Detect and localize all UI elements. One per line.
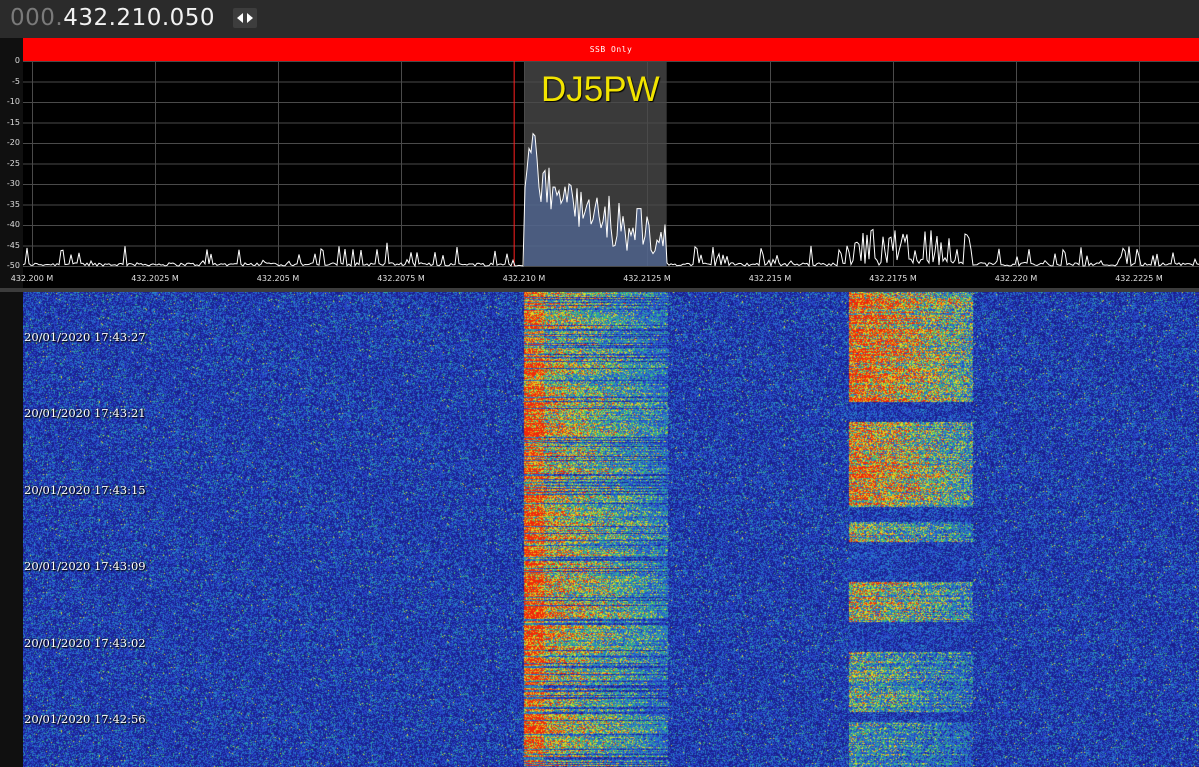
waterfall-timestamp: 20/01/2020 17:43:09	[24, 559, 146, 573]
mode-banner-text: SSB Only	[589, 45, 633, 54]
db-tick-label: -5	[12, 76, 20, 86]
db-tick-label: -20	[6, 138, 20, 147]
frequency-tick-label: 432.2125 M	[623, 274, 671, 283]
frequency-display[interactable]: 000.432.210.050	[10, 3, 215, 33]
db-tick-label: -45	[6, 240, 20, 250]
db-tick-label: -35	[6, 199, 20, 209]
frequency-tick-label: 432.205 M	[256, 274, 300, 283]
db-tick-label: -50	[6, 261, 20, 270]
frequency-tick-label: 432.2175 M	[869, 274, 917, 283]
db-tick-label: -10	[6, 97, 20, 106]
waterfall-timestamp: 20/01/2020 17:43:21	[24, 406, 146, 420]
callsign-label: DJ5PW	[541, 70, 660, 109]
db-tick-label: -40	[6, 220, 20, 229]
db-tick-label: 0	[14, 56, 20, 65]
db-tick-label: -15	[6, 117, 20, 127]
waterfall-timestamp: 20/01/2020 17:43:27	[24, 330, 146, 344]
frequency-tick-label: 432.200 M	[10, 274, 54, 283]
db-tick-label: -30	[6, 179, 20, 188]
frequency-tick-label: 432.2025 M	[131, 274, 179, 283]
waterfall-timestamp: 20/01/2020 17:43:15	[24, 483, 146, 497]
waterfall-timestamp: 20/01/2020 17:42:56	[24, 712, 146, 726]
frequency-tick-label: 432.215 M	[748, 274, 792, 283]
frequency-tick-label: 432.2075 M	[377, 274, 425, 283]
frequency-value: 432.210.050	[63, 5, 216, 31]
waterfall-display[interactable]	[23, 292, 1199, 767]
frequency-prefix: 000.	[10, 5, 64, 31]
waterfall-timestamp: 20/01/2020 17:43:02	[24, 636, 146, 650]
frequency-tick-label: 432.210 M	[502, 274, 546, 283]
top-bar: 000.432.210.050	[0, 0, 1199, 38]
db-axis: 0 -5 -10 -15 -20 -25 -30 -35 -40 -45 -50	[0, 38, 23, 270]
frequency-tick-label: 432.220 M	[994, 274, 1038, 283]
db-tick-label: -25	[6, 158, 20, 168]
frequency-tick-label: 432.2225 M	[1115, 274, 1163, 283]
mode-banner: SSB Only	[23, 38, 1199, 61]
left-right-arrows-icon[interactable]	[233, 8, 257, 28]
frequency-axis: 432.200 M 432.2025 M 432.205 M 432.2075 M 43…	[11, 268, 1199, 288]
